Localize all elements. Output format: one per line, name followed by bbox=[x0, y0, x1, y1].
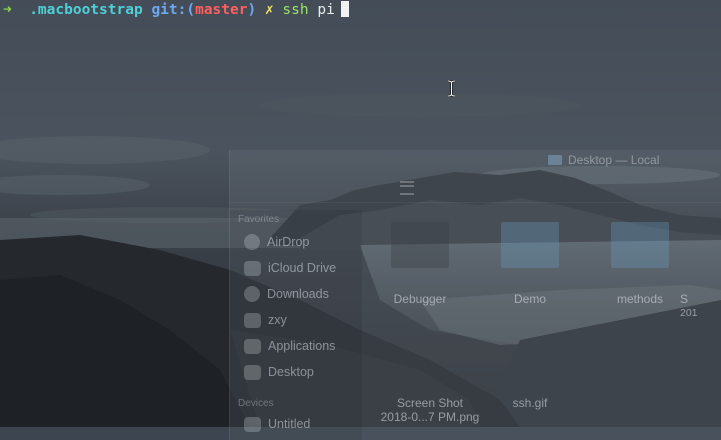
file-item[interactable]: S 201 bbox=[680, 222, 721, 320]
sidebar-item-downloads[interactable]: Downloads bbox=[244, 284, 329, 304]
list-view-icon[interactable] bbox=[400, 181, 414, 195]
finder-toolbar bbox=[230, 172, 721, 203]
prompt-dirty-icon: ✗ bbox=[264, 2, 274, 18]
sidebar-item-zxy[interactable]: zxy bbox=[244, 310, 287, 330]
file-item[interactable]: Debugger bbox=[375, 222, 465, 306]
sidebar-item-label: AirDrop bbox=[267, 235, 310, 249]
file-item[interactable]: Demo bbox=[485, 222, 575, 306]
sidebar-item-label: iCloud Drive bbox=[268, 261, 337, 275]
file-name: methods bbox=[616, 292, 664, 306]
terminal-prompt-line[interactable]: ➜ .macbootstrap git:(master) ✗ ssh pi bbox=[3, 0, 349, 20]
sidebar-section-devices: Devices bbox=[238, 398, 274, 409]
prompt-git-suffix: ) bbox=[247, 2, 257, 18]
sidebar-section-favorites: Favorites bbox=[238, 214, 280, 225]
folder-icon bbox=[611, 222, 669, 268]
sidebar-item-untitled[interactable]: Untitled bbox=[244, 414, 310, 434]
file-name-line2: 2018-0...7 PM.png bbox=[380, 410, 480, 424]
finder-title-text: Desktop — Local bbox=[568, 153, 660, 167]
file-name: Screen Shot bbox=[396, 396, 464, 410]
file-item[interactable]: Screen Shot 2018-0...7 PM.png bbox=[370, 396, 490, 424]
sidebar-item-label: zxy bbox=[268, 313, 287, 327]
prompt-arrow-icon: ➜ bbox=[3, 2, 12, 18]
command-text[interactable]: ssh bbox=[282, 2, 308, 18]
sidebar-item-desktop[interactable]: Desktop bbox=[244, 362, 314, 382]
file-name: S bbox=[680, 292, 689, 306]
file-name: Debugger bbox=[393, 292, 447, 306]
cloud-icon bbox=[244, 260, 261, 276]
sidebar-item-label: Desktop bbox=[268, 365, 314, 379]
file-name: ssh.gif bbox=[512, 396, 548, 410]
folder-icon bbox=[501, 222, 559, 268]
sidebar-item-label: Downloads bbox=[267, 287, 329, 301]
airdrop-icon bbox=[244, 234, 260, 250]
applications-icon bbox=[244, 338, 261, 354]
sidebar-item-label: Applications bbox=[268, 339, 336, 353]
file-icon bbox=[681, 222, 721, 268]
downloads-icon bbox=[244, 286, 260, 302]
finder-window[interactable]: Desktop — Local Favorites AirDrop iCloud… bbox=[229, 150, 721, 440]
prompt-git-branch: master bbox=[195, 2, 248, 18]
home-icon bbox=[244, 312, 261, 328]
ibeam-cursor-icon bbox=[447, 80, 456, 97]
disk-icon bbox=[244, 416, 261, 432]
finder-title: Desktop — Local bbox=[548, 153, 659, 167]
file-name: Demo bbox=[513, 292, 546, 306]
file-item[interactable]: ssh.gif bbox=[485, 396, 575, 410]
sidebar-item-applications[interactable]: Applications bbox=[244, 336, 335, 356]
sidebar-item-label: Untitled bbox=[268, 417, 311, 431]
file-name-line2: 201 bbox=[680, 307, 698, 319]
sidebar-item-airdrop[interactable]: AirDrop bbox=[244, 232, 309, 252]
folder-icon bbox=[548, 155, 562, 165]
block-cursor-icon bbox=[340, 1, 349, 17]
sidebar-item-icloud-drive[interactable]: iCloud Drive bbox=[244, 258, 336, 278]
prompt-git-prefix: git:( bbox=[151, 2, 196, 18]
file-item[interactable]: methods bbox=[595, 222, 685, 306]
prompt-directory: .macbootstrap bbox=[29, 2, 143, 18]
folder-icon bbox=[391, 222, 449, 268]
command-argument[interactable]: pi bbox=[317, 2, 334, 18]
desktop-icon bbox=[244, 364, 261, 380]
